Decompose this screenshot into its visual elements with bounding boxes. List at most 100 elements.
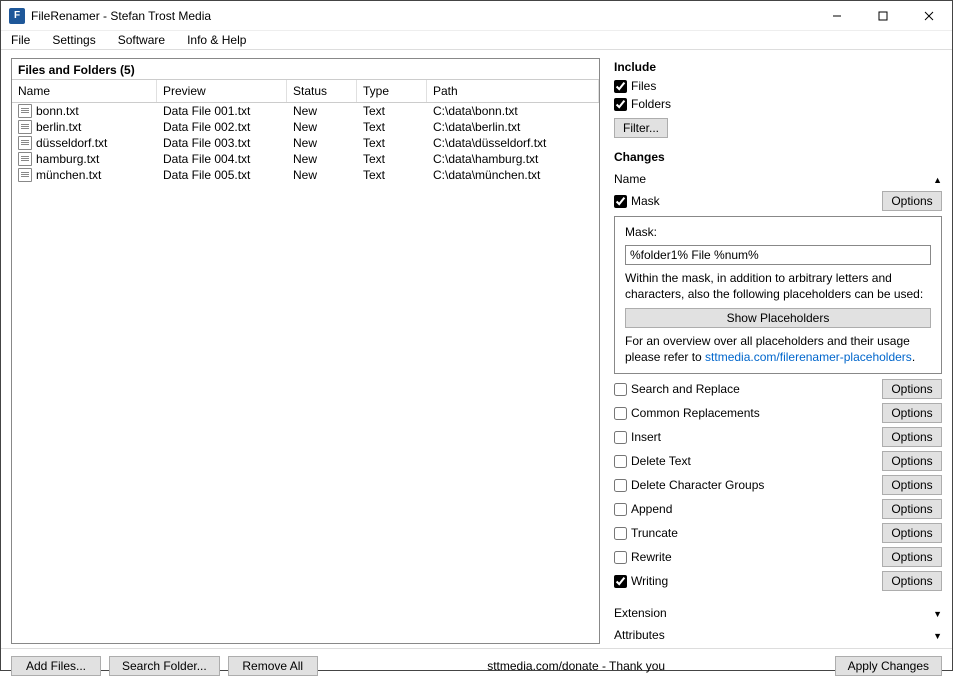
include-folders-label: Folders <box>631 97 671 111</box>
cell-type: Text <box>357 167 427 183</box>
operation-label: Truncate <box>631 526 678 540</box>
cell-path: C:\data\münchen.txt <box>427 167 599 183</box>
table-row[interactable]: hamburg.txtData File 004.txtNewTextC:\da… <box>12 151 599 167</box>
add-files-button[interactable]: Add Files... <box>11 656 101 676</box>
table-row[interactable]: bonn.txtData File 001.txtNewTextC:\data\… <box>12 103 599 119</box>
operation-checkbox[interactable] <box>614 455 627 468</box>
remove-all-button[interactable]: Remove All <box>228 656 318 676</box>
operation-row: Delete Text Options <box>614 450 942 472</box>
mask-label: Mask <box>631 194 660 208</box>
mask-overview: For an overview over all placeholders an… <box>625 334 931 365</box>
include-title: Include <box>614 60 942 74</box>
operation-toggle[interactable]: Append <box>614 501 672 517</box>
close-button[interactable] <box>906 1 952 31</box>
cell-path: C:\data\berlin.txt <box>427 119 599 135</box>
operation-checkbox[interactable] <box>614 431 627 444</box>
operation-toggle[interactable]: Delete Character Groups <box>614 477 764 493</box>
menu-settings[interactable]: Settings <box>48 31 99 49</box>
operation-options-button[interactable]: Options <box>882 523 942 543</box>
files-panel: Files and Folders (5) Name Preview Statu… <box>11 58 600 644</box>
operation-label: Rewrite <box>631 550 672 564</box>
placeholders-link[interactable]: sttmedia.com/filerenamer-placeholders <box>705 350 912 364</box>
operation-options-button[interactable]: Options <box>882 451 942 471</box>
cell-type: Text <box>357 135 427 151</box>
attributes-section-header[interactable]: Attributes <box>614 624 942 644</box>
operation-options-button[interactable]: Options <box>882 475 942 495</box>
operation-options-button[interactable]: Options <box>882 427 942 447</box>
mask-field-label: Mask: <box>625 225 931 239</box>
operation-checkbox[interactable] <box>614 527 627 540</box>
menu-info-help[interactable]: Info & Help <box>183 31 250 49</box>
operation-row: Append Options <box>614 498 942 520</box>
operation-label: Common Replacements <box>631 406 760 420</box>
include-folders-row[interactable]: Folders <box>614 96 942 112</box>
operation-toggle[interactable]: Writing <box>614 573 668 589</box>
table-row[interactable]: düsseldorf.txtData File 003.txtNewTextC:… <box>12 135 599 151</box>
name-section-header[interactable]: Name <box>614 168 942 188</box>
operation-checkbox[interactable] <box>614 503 627 516</box>
operation-options-button[interactable]: Options <box>882 403 942 423</box>
cell-name: münchen.txt <box>12 167 157 183</box>
menu-software[interactable]: Software <box>114 31 169 49</box>
operation-row: Search and Replace Options <box>614 378 942 400</box>
files-table: Name Preview Status Type Path bonn.txtDa… <box>12 79 599 643</box>
operation-options-button[interactable]: Options <box>882 547 942 567</box>
operation-toggle[interactable]: Insert <box>614 429 661 445</box>
operation-options-button[interactable]: Options <box>882 379 942 399</box>
filter-button[interactable]: Filter... <box>614 118 668 138</box>
operation-toggle[interactable]: Rewrite <box>614 549 672 565</box>
mask-options-button[interactable]: Options <box>882 191 942 211</box>
options-panel: Include Files Folders Filter... Changes … <box>614 58 942 644</box>
operation-toggle[interactable]: Common Replacements <box>614 405 760 421</box>
include-files-row[interactable]: Files <box>614 78 942 94</box>
mask-input[interactable] <box>625 245 931 265</box>
name-section-label: Name <box>614 172 646 186</box>
col-type[interactable]: Type <box>357 80 427 102</box>
cell-preview: Data File 001.txt <box>157 103 287 119</box>
mask-toggle[interactable]: Mask <box>614 193 660 209</box>
operation-options-button[interactable]: Options <box>882 499 942 519</box>
cell-status: New <box>287 151 357 167</box>
search-folder-button[interactable]: Search Folder... <box>109 656 220 676</box>
operation-toggle[interactable]: Search and Replace <box>614 381 740 397</box>
col-status[interactable]: Status <box>287 80 357 102</box>
cell-status: New <box>287 135 357 151</box>
operation-label: Append <box>631 502 672 516</box>
title-bar: F FileRenamer - Stefan Trost Media <box>1 1 952 31</box>
app-icon: F <box>9 8 25 24</box>
file-icon <box>18 136 32 150</box>
include-files-label: Files <box>631 79 656 93</box>
menu-file[interactable]: File <box>7 31 34 49</box>
show-placeholders-button[interactable]: Show Placeholders <box>625 308 931 328</box>
cell-name: berlin.txt <box>12 119 157 135</box>
operation-options-button[interactable]: Options <box>882 571 942 591</box>
col-name[interactable]: Name <box>12 80 157 102</box>
caret-down-icon <box>933 628 942 642</box>
col-preview[interactable]: Preview <box>157 80 287 102</box>
extension-section-header[interactable]: Extension <box>614 602 942 622</box>
apply-changes-button[interactable]: Apply Changes <box>835 656 942 676</box>
operation-checkbox[interactable] <box>614 407 627 420</box>
operation-label: Delete Character Groups <box>631 478 764 492</box>
mask-checkbox[interactable] <box>614 195 627 208</box>
cell-preview: Data File 002.txt <box>157 119 287 135</box>
operation-checkbox[interactable] <box>614 479 627 492</box>
operation-row: Rewrite Options <box>614 546 942 568</box>
minimize-button[interactable] <box>814 1 860 31</box>
cell-status: New <box>287 103 357 119</box>
operation-toggle[interactable]: Truncate <box>614 525 678 541</box>
operation-toggle[interactable]: Delete Text <box>614 453 691 469</box>
maximize-button[interactable] <box>860 1 906 31</box>
include-files-checkbox[interactable] <box>614 80 627 93</box>
operation-checkbox[interactable] <box>614 575 627 588</box>
include-folders-checkbox[interactable] <box>614 98 627 111</box>
col-path[interactable]: Path <box>427 80 599 102</box>
table-row[interactable]: münchen.txtData File 005.txtNewTextC:\da… <box>12 167 599 183</box>
file-icon <box>18 120 32 134</box>
operation-checkbox[interactable] <box>614 551 627 564</box>
operation-checkbox[interactable] <box>614 383 627 396</box>
operation-label: Search and Replace <box>631 382 740 396</box>
cell-type: Text <box>357 119 427 135</box>
cell-status: New <box>287 167 357 183</box>
table-row[interactable]: berlin.txtData File 002.txtNewTextC:\dat… <box>12 119 599 135</box>
